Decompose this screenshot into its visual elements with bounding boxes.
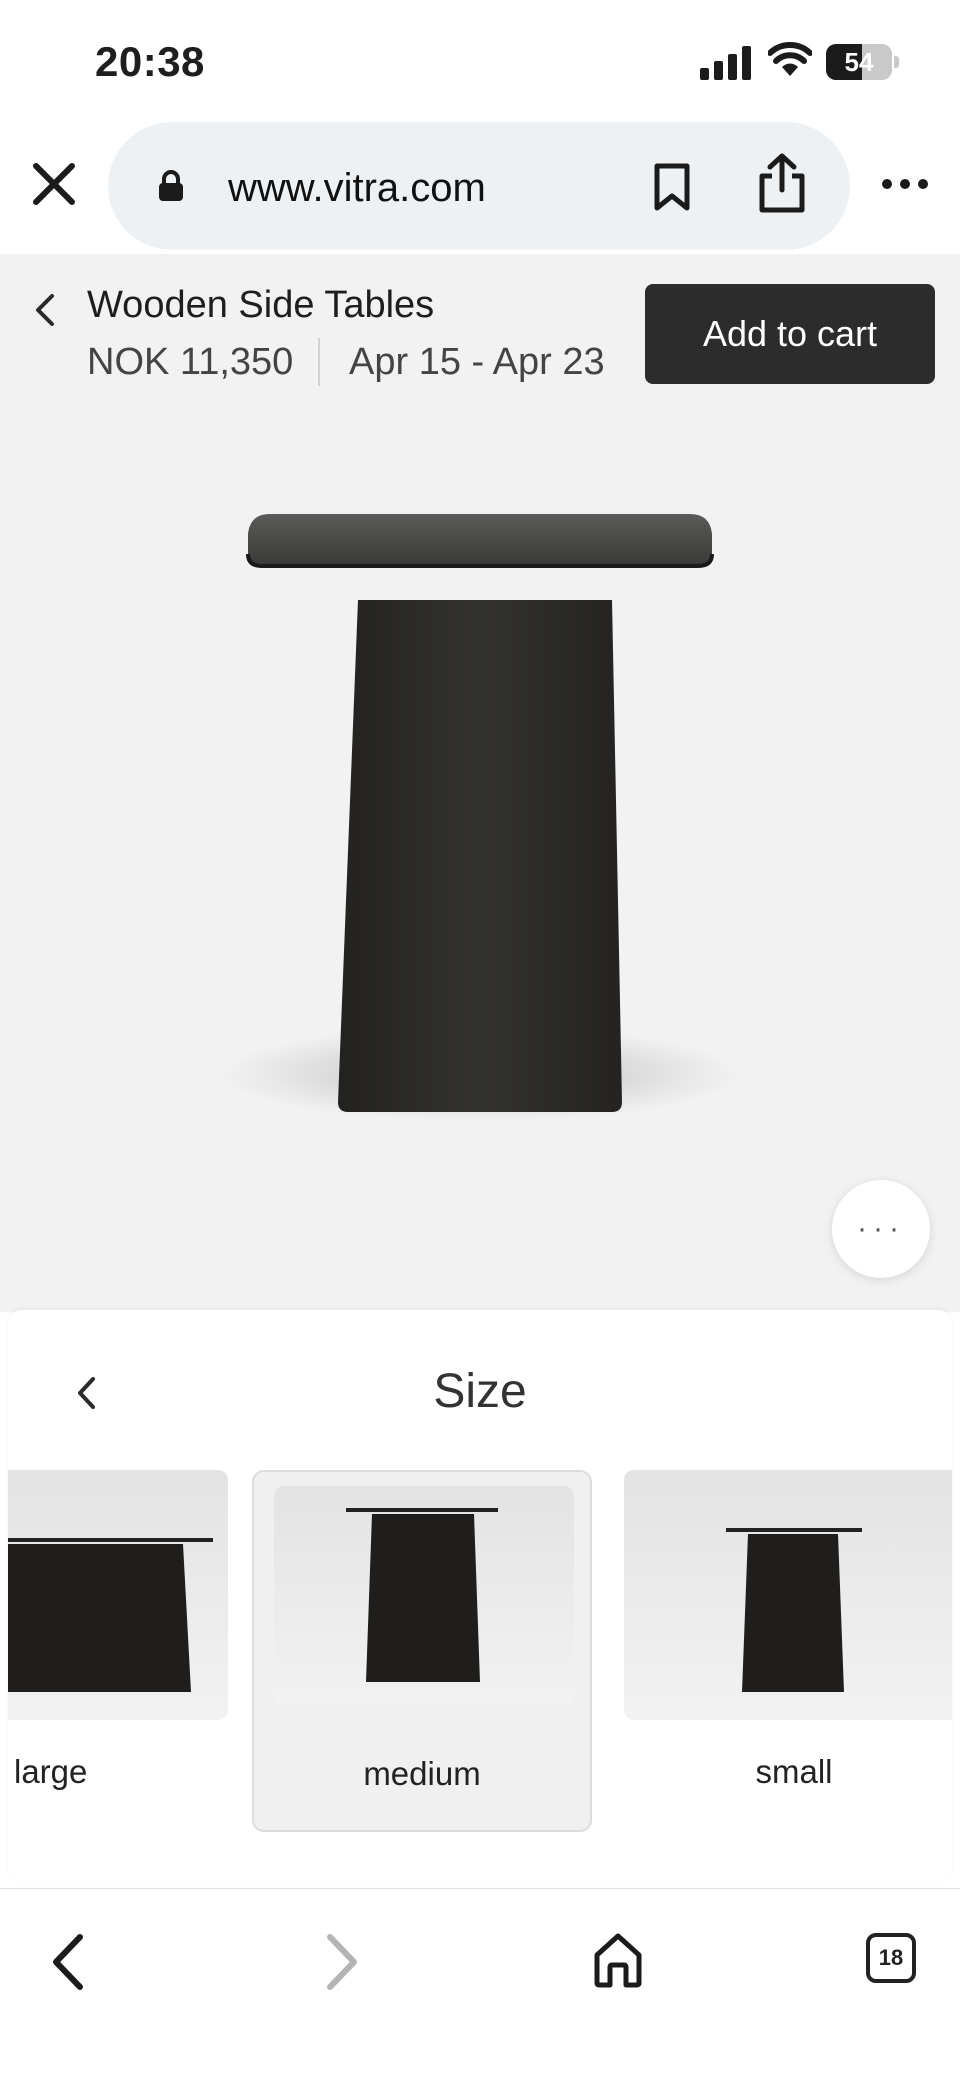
product-area: Wooden Side Tables NOK 11,350 Apr 15 - A… — [0, 254, 960, 1312]
more-options-button[interactable]: ··· — [832, 1180, 930, 1278]
size-title: Size — [433, 1365, 527, 1418]
forward-arrow-icon — [327, 1934, 357, 1990]
size-panel: Size large medium small — [8, 1310, 952, 1882]
share-icon[interactable] — [756, 152, 808, 214]
bookmark-icon[interactable] — [652, 162, 692, 212]
divider — [318, 338, 320, 386]
back-arrow-icon[interactable] — [46, 1931, 90, 1993]
close-icon[interactable] — [28, 158, 80, 210]
battery-icon: 54 — [826, 44, 899, 82]
size-thumbnail — [8, 1470, 228, 1720]
lock-icon — [159, 170, 183, 201]
size-option-large[interactable]: large — [8, 1470, 228, 1832]
address-bar[interactable]: www.vitra.com — [108, 122, 850, 250]
chevron-left-icon[interactable] — [30, 290, 60, 330]
status-bar: 20:38 54 — [0, 0, 960, 118]
size-label: small — [755, 1753, 833, 1790]
signal-icon — [700, 46, 751, 80]
product-price: NOK 11,350 — [87, 341, 294, 383]
more-icon[interactable] — [880, 174, 930, 194]
size-option-small[interactable]: small — [624, 1470, 952, 1832]
delivery-dates: Apr 15 - Apr 23 — [349, 341, 605, 383]
wifi-icon — [768, 42, 812, 76]
product-title: Wooden Side Tables — [87, 284, 435, 326]
browser-bar: www.vitra.com — [0, 118, 960, 254]
size-label: large — [14, 1753, 88, 1790]
home-icon[interactable] — [592, 1931, 644, 1989]
size-label: medium — [363, 1755, 481, 1792]
status-time: 20:38 — [95, 38, 205, 85]
url-text[interactable]: www.vitra.com — [228, 166, 486, 211]
size-option-medium[interactable]: medium — [252, 1470, 592, 1832]
size-thumbnail — [274, 1486, 574, 1706]
battery-level: 54 — [844, 47, 874, 77]
size-thumbnail — [624, 1470, 952, 1720]
add-to-cart-button[interactable]: Add to cart — [645, 284, 935, 384]
product-image — [220, 514, 740, 1122]
tabs-icon[interactable]: 18 — [866, 1933, 916, 1983]
bottom-toolbar: 18 — [0, 1888, 960, 2078]
